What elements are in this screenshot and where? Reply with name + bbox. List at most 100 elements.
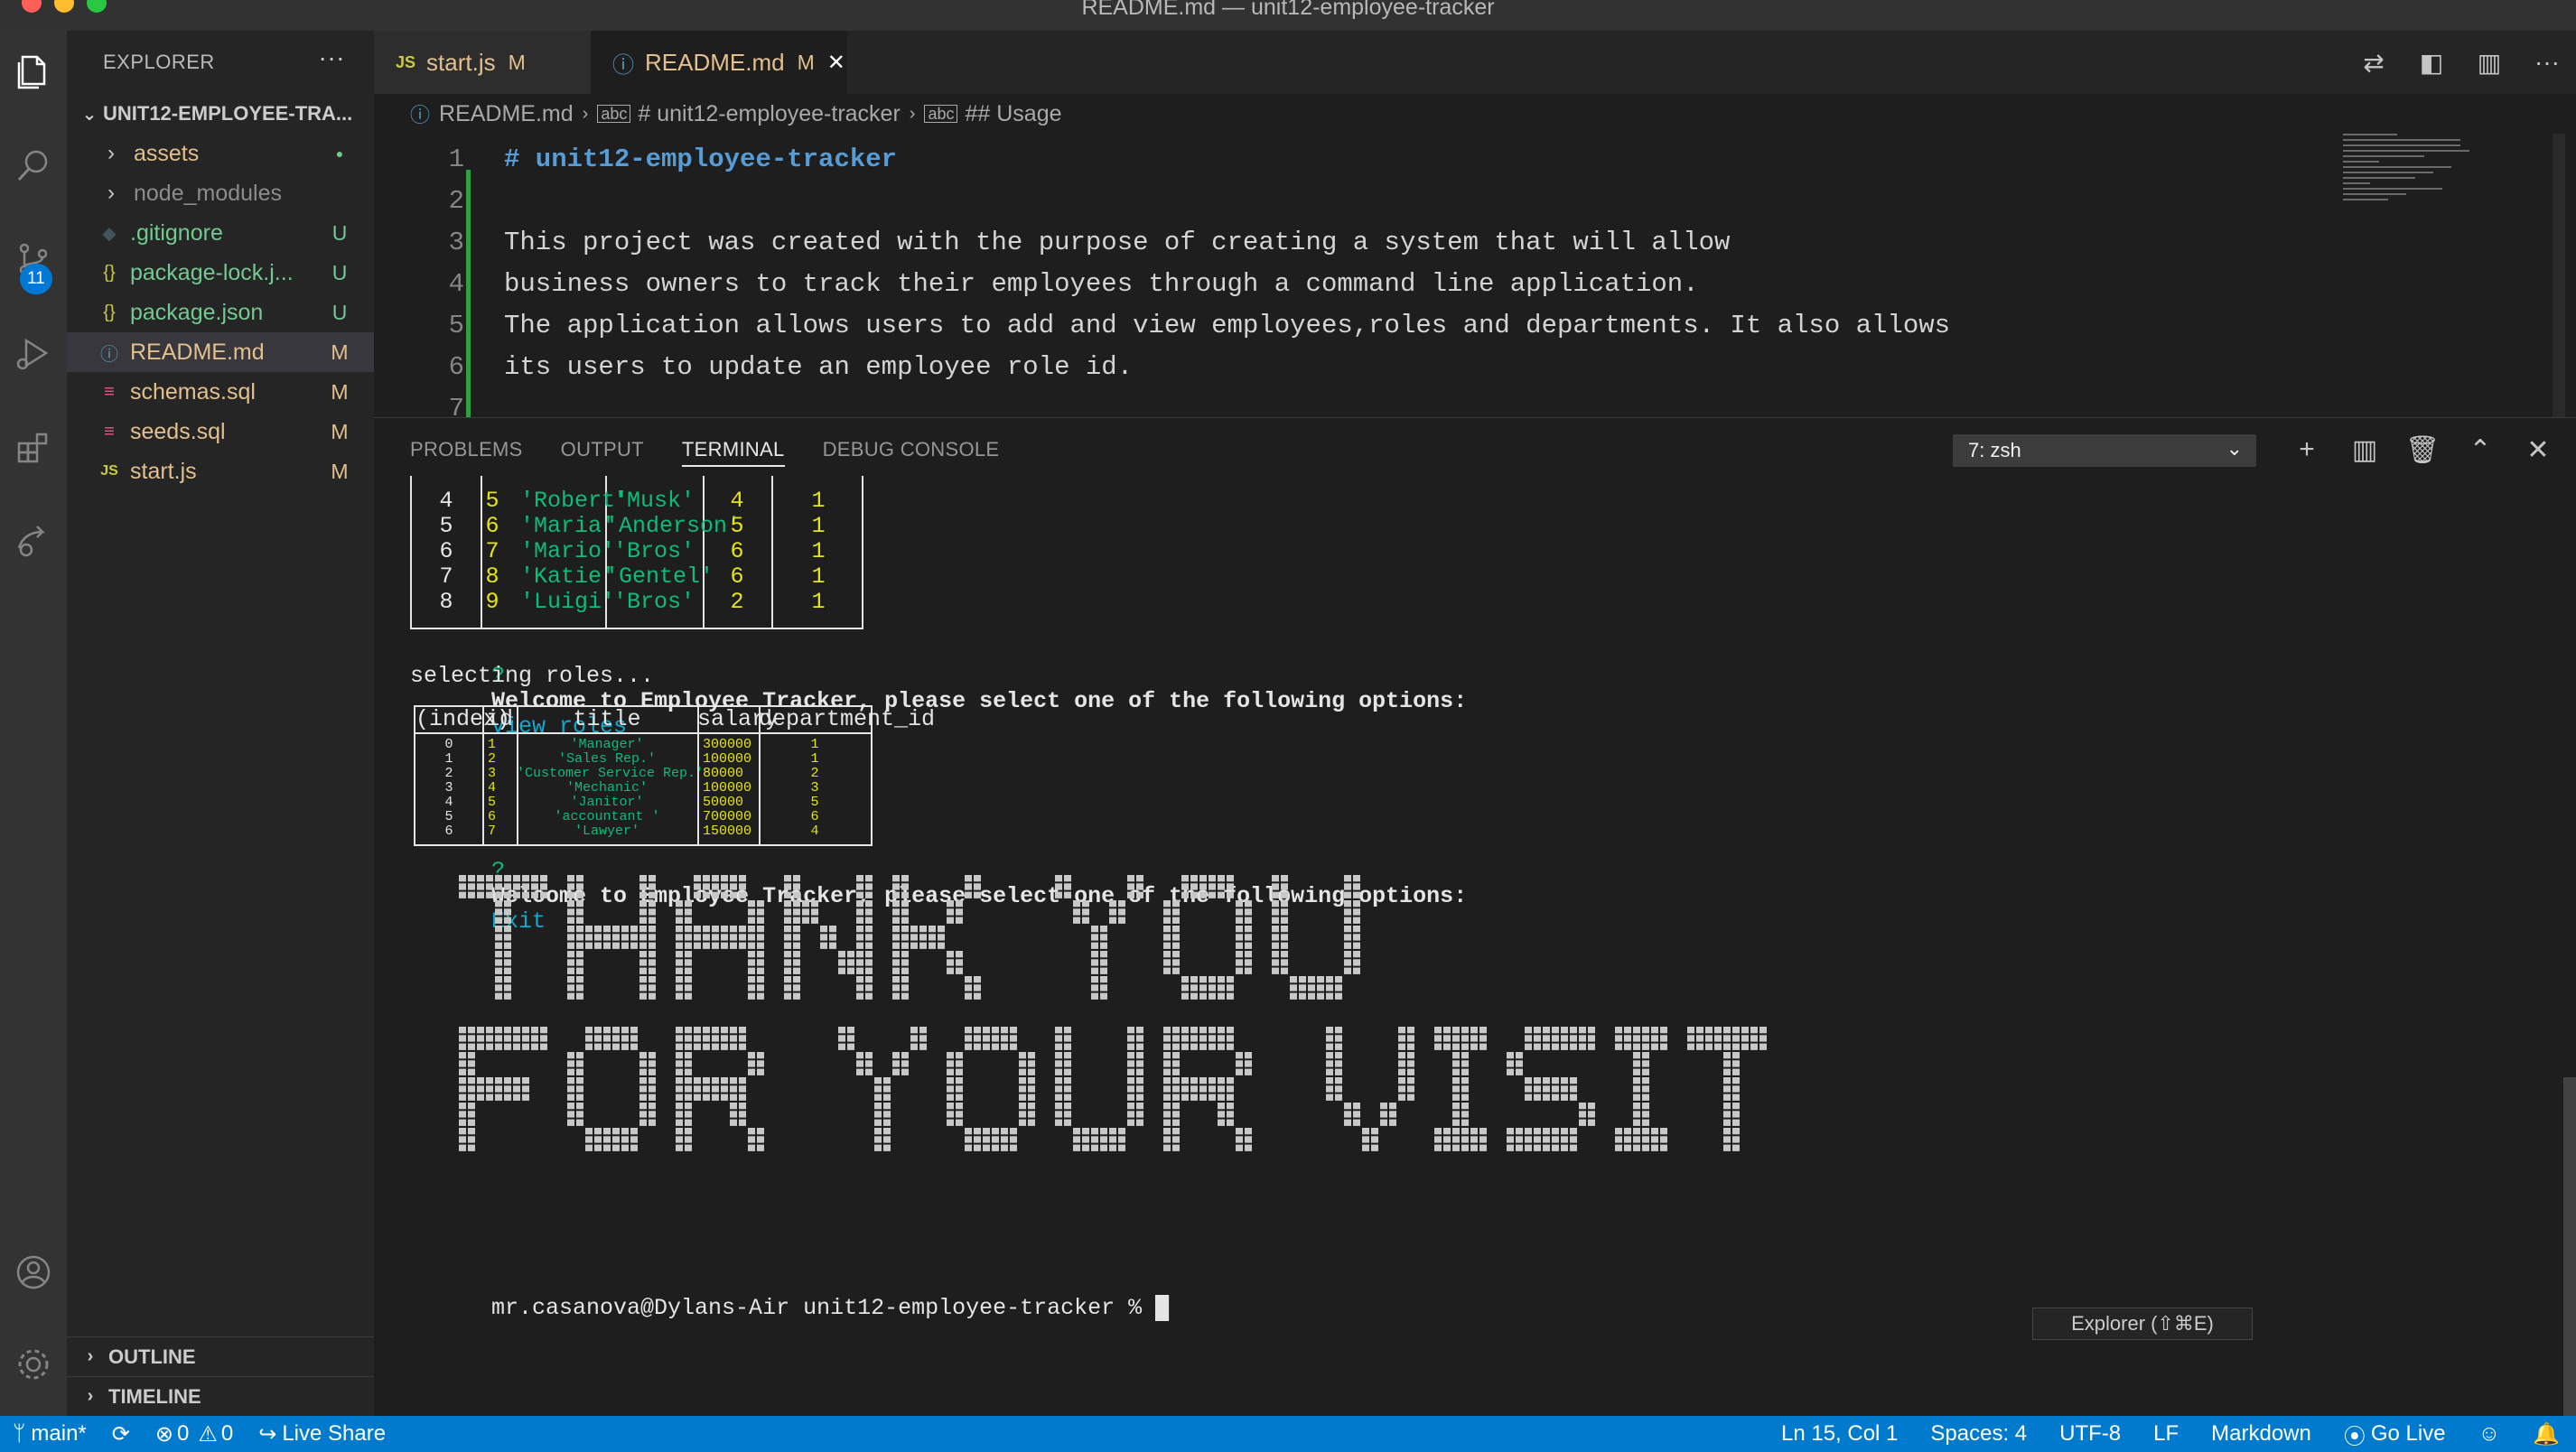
live-share-status[interactable]: ↪ Live Share xyxy=(246,1416,398,1452)
split-terminal-icon[interactable]: ▥ xyxy=(2336,434,2394,466)
table-cell: 'accountant ' xyxy=(554,809,660,824)
sync-status[interactable]: ⟳ xyxy=(99,1416,143,1452)
tab-problems[interactable]: PROBLEMS xyxy=(410,418,523,481)
tree-item-label: README.md xyxy=(130,339,265,365)
table-cell: 6 xyxy=(730,563,744,590)
language-mode[interactable]: Markdown xyxy=(2195,1416,2328,1452)
indentation[interactable]: Spaces: 4 xyxy=(1914,1416,2043,1452)
terminal-scrollbar[interactable] xyxy=(2563,1077,2576,1417)
banner-letter xyxy=(1272,875,1360,1000)
file-type-icon: {} xyxy=(103,302,116,322)
breadcrumb-heading-1[interactable]: # unit12-employee-tracker xyxy=(638,101,900,127)
cursor-position[interactable]: Ln 15, Col 1 xyxy=(1765,1416,1914,1452)
table-cell: 1 xyxy=(810,751,819,767)
activity-bar: 11 xyxy=(0,31,67,1416)
table-cell: 5 xyxy=(485,488,499,514)
for-your-visit-banner xyxy=(459,1027,1767,1151)
banner-letter xyxy=(838,1027,927,1151)
tab-output[interactable]: OUTPUT xyxy=(561,418,644,481)
new-terminal-icon[interactable]: + xyxy=(2278,434,2336,465)
open-preview-icon[interactable]: ◧ xyxy=(2403,48,2460,78)
tab-label: README.md xyxy=(645,48,785,76)
table-cell: 'Bros' xyxy=(612,589,695,615)
tab-debug-console[interactable]: DEBUG CONSOLE xyxy=(823,418,1000,481)
chevron-right-icon: › xyxy=(909,103,916,124)
table-cell: 6 xyxy=(439,538,453,564)
git-status-badge: U xyxy=(331,300,348,324)
tree-item--gitignore[interactable]: ◆ .gitignore U xyxy=(67,213,374,253)
bottom-panel: PROBLEMS OUTPUT TERMINAL DEBUG CONSOLE 7… xyxy=(374,417,2576,1417)
chevron-right-icon: › xyxy=(87,1386,94,1406)
line-number: 5 xyxy=(448,311,464,340)
editor-scrollbar[interactable] xyxy=(2553,134,2565,417)
split-editor-icon[interactable]: ▥ xyxy=(2460,48,2518,78)
file-type-icon: JS xyxy=(100,463,118,479)
modified-indicator: M xyxy=(508,50,526,74)
terminal[interactable]: 4 5 'Robert' 'Musk' 4 1 5 6 'Maria' 'Anderson' 5 1 6… xyxy=(410,476,2551,1406)
close-tab-icon[interactable]: ✕ xyxy=(827,50,845,76)
file-type-icon: ⓘ xyxy=(100,344,118,365)
table-cell: 700000 xyxy=(703,809,752,824)
code-editor[interactable]: 1 # unit12-employee-tracker 2 3 This project… xyxy=(374,134,2576,417)
breadcrumb-file[interactable]: README.md xyxy=(439,101,574,127)
branch-status[interactable]: ᛘ main* xyxy=(0,1416,99,1452)
tree-item-assets[interactable]: › assets ● xyxy=(67,134,374,173)
notifications-icon[interactable]: 🔔 xyxy=(2516,1416,2576,1452)
end-of-line[interactable]: LF xyxy=(2137,1416,2195,1452)
go-live-status[interactable]: ⦿ Go Live xyxy=(2328,1416,2462,1452)
employees-table: 4 5 'Robert' 'Musk' 4 1 5 6 'Maria' 'Anderson' 5 1 6… xyxy=(410,476,863,629)
encoding[interactable]: UTF-8 xyxy=(2043,1416,2137,1452)
tab-start-js[interactable]: JS start.js M xyxy=(374,31,591,94)
tree-item-package-lock-j[interactable]: {} package-lock.j... U xyxy=(67,253,374,293)
open-changes-icon[interactable]: ⇄ xyxy=(2345,48,2403,78)
outline-section[interactable]: › OUTLINE xyxy=(67,1336,374,1376)
problems-status[interactable]: ⊗ 0 ⚠ 0 xyxy=(143,1416,246,1452)
maximize-panel-icon[interactable]: ⌃ xyxy=(2451,434,2509,466)
more-actions-icon[interactable]: ··· xyxy=(2518,48,2576,77)
run-debug-icon[interactable] xyxy=(0,320,67,386)
table-header-cell: department_id xyxy=(759,706,936,732)
terminal-select[interactable]: 7: zsh ⌄ xyxy=(1953,434,2256,467)
gear-icon[interactable] xyxy=(0,1331,67,1398)
editor-tabs: JS start.js M ⓘ README.md M ✕ ⇄ ◧ ▥ ··· xyxy=(374,31,2576,94)
tree-item-label: seeds.sql xyxy=(130,418,226,444)
selecting-roles-line: selecting roles... xyxy=(410,663,655,689)
extensions-icon[interactable] xyxy=(0,414,67,480)
timeline-section[interactable]: › TIMELINE xyxy=(67,1376,374,1416)
more-actions-icon[interactable]: ··· xyxy=(319,43,345,72)
banner-letter xyxy=(459,875,547,1000)
warning-icon: ⚠ xyxy=(198,1421,218,1447)
status-bar: ᛘ main* ⟳ ⊗ 0 ⚠ 0 ↪ Live Share Ln 15, Co… xyxy=(0,1416,2576,1452)
panel-actions: + ▥ 🗑 ⌃ ✕ xyxy=(2278,418,2567,481)
search-icon[interactable] xyxy=(0,132,67,199)
chevron-down-icon: ⌄ xyxy=(81,104,98,125)
workspace-folder-label: UNIT12-EMPLOYEE-TRA... xyxy=(103,102,353,125)
live-share-icon[interactable] xyxy=(0,507,67,574)
tree-item-schemas-sql[interactable]: ≡ schemas.sql M xyxy=(67,372,374,412)
line-number: 7 xyxy=(448,394,464,417)
tab-readme-md[interactable]: ⓘ README.md M ✕ xyxy=(591,31,847,94)
table-cell: 8 xyxy=(439,589,453,615)
account-icon[interactable] xyxy=(0,1239,67,1306)
feedback-icon[interactable]: ☺ xyxy=(2462,1416,2517,1452)
title-bar: README.md — unit12-employee-tracker xyxy=(0,0,2576,31)
tree-item-package-json[interactable]: {} package.json U xyxy=(67,293,374,332)
trash-icon[interactable]: 🗑 xyxy=(2394,434,2451,466)
files-icon[interactable] xyxy=(0,38,67,105)
table-cell: 0 xyxy=(444,737,453,752)
close-panel-icon[interactable]: ✕ xyxy=(2509,434,2567,466)
tree-item-start-js[interactable]: JS start.js M xyxy=(67,451,374,491)
tab-label: start.js xyxy=(426,48,496,76)
tree-item-label: start.js xyxy=(130,458,197,484)
chevron-right-icon: › xyxy=(107,181,115,205)
tree-item-seeds-sql[interactable]: ≡ seeds.sql M xyxy=(67,412,374,451)
git-status-badge: M xyxy=(331,419,349,443)
window-title: README.md — unit12-employee-tracker xyxy=(1081,0,1495,20)
breadcrumb-heading-2[interactable]: ## Usage xyxy=(965,101,1061,127)
workspace-folder[interactable]: ⌄ UNIT12-EMPLOYEE-TRA... xyxy=(67,94,374,134)
tree-item-node-modules[interactable]: › node_modules xyxy=(67,173,374,213)
table-cell: 'Gentel' xyxy=(605,563,714,590)
minimap[interactable] xyxy=(2343,134,2478,215)
tab-terminal[interactable]: TERMINAL xyxy=(681,418,785,481)
tree-item-readme-md[interactable]: ⓘ README.md M xyxy=(67,332,374,372)
